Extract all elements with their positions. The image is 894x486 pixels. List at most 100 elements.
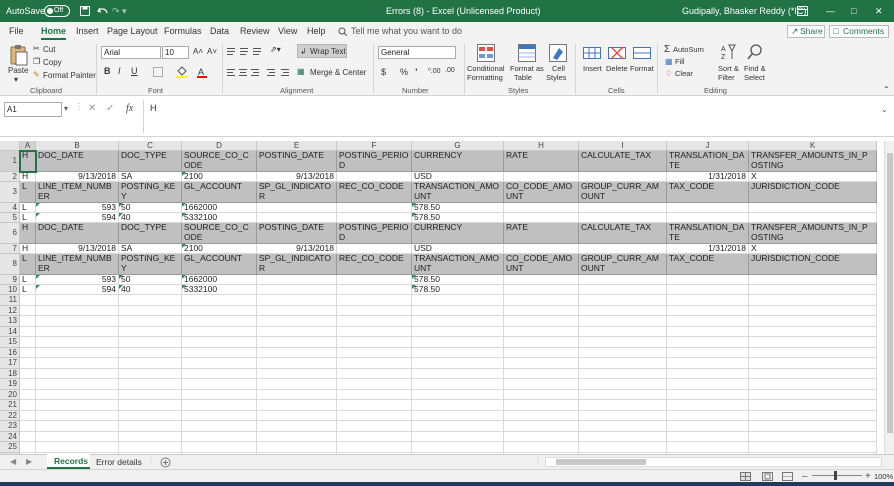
sheet-tab-error-details[interactable]: Error details bbox=[96, 457, 142, 467]
cell[interactable] bbox=[119, 442, 182, 453]
cell[interactable] bbox=[20, 431, 36, 442]
ribbon-display-icon[interactable] bbox=[797, 6, 808, 16]
cell[interactable] bbox=[337, 358, 412, 369]
cell[interactable]: 1662000 bbox=[182, 203, 257, 213]
cell[interactable]: SP_GL_INDICATOR bbox=[257, 254, 337, 275]
cell[interactable] bbox=[749, 275, 877, 285]
cell[interactable] bbox=[579, 275, 667, 285]
cell[interactable] bbox=[667, 358, 749, 369]
cell[interactable] bbox=[579, 400, 667, 411]
cell[interactable] bbox=[504, 326, 579, 337]
cell[interactable] bbox=[36, 442, 119, 453]
cell[interactable] bbox=[20, 316, 36, 327]
user-name[interactable]: Gudipally, Bhasker Reddy (*IC) bbox=[682, 0, 806, 22]
cell[interactable]: USD bbox=[412, 172, 504, 182]
cell[interactable] bbox=[667, 337, 749, 348]
cell[interactable] bbox=[667, 410, 749, 421]
cell[interactable]: H bbox=[20, 172, 36, 182]
cell[interactable] bbox=[579, 389, 667, 400]
row-header[interactable]: 25 bbox=[0, 442, 20, 453]
cell[interactable] bbox=[119, 421, 182, 432]
cell[interactable] bbox=[119, 316, 182, 327]
cell[interactable] bbox=[579, 410, 667, 421]
clear-icon[interactable]: ♢ bbox=[665, 69, 672, 78]
cell[interactable]: TRANSACTION_AMOUNT bbox=[412, 254, 504, 275]
cell[interactable] bbox=[579, 431, 667, 442]
cell[interactable]: JURISDICTION_CODE bbox=[749, 182, 877, 203]
tab-review[interactable]: Review bbox=[240, 22, 270, 40]
cell[interactable] bbox=[257, 442, 337, 453]
cell[interactable] bbox=[504, 410, 579, 421]
cell[interactable]: CO_CODE_AMOUNT bbox=[504, 182, 579, 203]
cell[interactable] bbox=[20, 368, 36, 379]
cell[interactable] bbox=[257, 431, 337, 442]
cell[interactable] bbox=[504, 431, 579, 442]
select-all-corner[interactable] bbox=[0, 141, 20, 151]
cell[interactable] bbox=[579, 316, 667, 327]
insert-cells-label[interactable]: Insert bbox=[583, 64, 602, 73]
cell[interactable]: CALCULATE_TAX bbox=[579, 151, 667, 172]
cell[interactable]: TAX_CODE bbox=[667, 182, 749, 203]
tab-file[interactable]: File bbox=[9, 22, 24, 40]
cell[interactable] bbox=[182, 337, 257, 348]
cell[interactable] bbox=[667, 295, 749, 306]
new-sheet-icon[interactable] bbox=[160, 457, 171, 468]
cell[interactable] bbox=[182, 431, 257, 442]
cell[interactable] bbox=[337, 368, 412, 379]
cell[interactable] bbox=[119, 368, 182, 379]
cell[interactable]: GL_ACCOUNT bbox=[182, 254, 257, 275]
row-header[interactable]: 13 bbox=[0, 316, 20, 327]
cell[interactable] bbox=[337, 295, 412, 306]
cell[interactable] bbox=[36, 305, 119, 316]
conditional-formatting-label-2[interactable]: Formatting bbox=[467, 73, 503, 82]
cell[interactable] bbox=[667, 305, 749, 316]
cell[interactable]: 1/31/2018 bbox=[667, 244, 749, 254]
cell[interactable] bbox=[504, 421, 579, 432]
cell[interactable] bbox=[504, 285, 579, 295]
cancel-formula-icon[interactable]: ✕ bbox=[88, 103, 96, 114]
cell[interactable] bbox=[337, 172, 412, 182]
column-header[interactable]: F bbox=[337, 141, 412, 151]
cell[interactable]: L bbox=[20, 203, 36, 213]
cell[interactable] bbox=[36, 389, 119, 400]
cell[interactable]: CALCULATE_TAX bbox=[579, 223, 667, 244]
cell[interactable] bbox=[36, 358, 119, 369]
cell[interactable]: CO_CODE_AMOUNT bbox=[504, 254, 579, 275]
cell[interactable] bbox=[257, 203, 337, 213]
cell[interactable] bbox=[749, 368, 877, 379]
cell[interactable] bbox=[504, 275, 579, 285]
horizontal-scrollbar-thumb[interactable] bbox=[556, 459, 646, 465]
cell[interactable] bbox=[337, 379, 412, 390]
cell[interactable]: DOC_DATE bbox=[36, 151, 119, 172]
cell[interactable] bbox=[257, 400, 337, 411]
cell[interactable] bbox=[119, 295, 182, 306]
shrink-font-button[interactable]: A˅ bbox=[207, 47, 217, 56]
cell[interactable] bbox=[667, 389, 749, 400]
row-header[interactable]: 23 bbox=[0, 421, 20, 432]
cell[interactable]: L bbox=[20, 285, 36, 295]
cell[interactable] bbox=[257, 347, 337, 358]
cell[interactable]: LINE_ITEM_NUMBER bbox=[36, 182, 119, 203]
cell[interactable]: GROUP_CURR_AMOUNT bbox=[579, 254, 667, 275]
find-select-label-1[interactable]: Find & bbox=[744, 64, 766, 73]
cell[interactable]: 594 bbox=[36, 213, 119, 223]
cell[interactable] bbox=[36, 400, 119, 411]
cell[interactable] bbox=[749, 431, 877, 442]
find-select-icon[interactable] bbox=[747, 43, 763, 61]
cell[interactable]: 1/31/2018 bbox=[667, 172, 749, 182]
cell[interactable] bbox=[667, 347, 749, 358]
collapse-ribbon-icon[interactable]: ⌃ bbox=[883, 85, 890, 94]
tab-formulas[interactable]: Formulas bbox=[164, 22, 202, 40]
cell[interactable] bbox=[667, 203, 749, 213]
cell[interactable] bbox=[749, 305, 877, 316]
cell[interactable] bbox=[412, 347, 504, 358]
row-header[interactable]: 19 bbox=[0, 379, 20, 390]
cell[interactable]: SOURCE_CO_CODE bbox=[182, 223, 257, 244]
sheet-tab-records[interactable]: Records bbox=[47, 454, 90, 469]
zoom-out-icon[interactable]: – bbox=[802, 471, 808, 482]
confirm-formula-icon[interactable]: ✓ bbox=[106, 103, 114, 114]
cell[interactable] bbox=[504, 379, 579, 390]
column-header[interactable]: I bbox=[579, 141, 667, 151]
cell[interactable] bbox=[667, 379, 749, 390]
cell[interactable] bbox=[119, 358, 182, 369]
